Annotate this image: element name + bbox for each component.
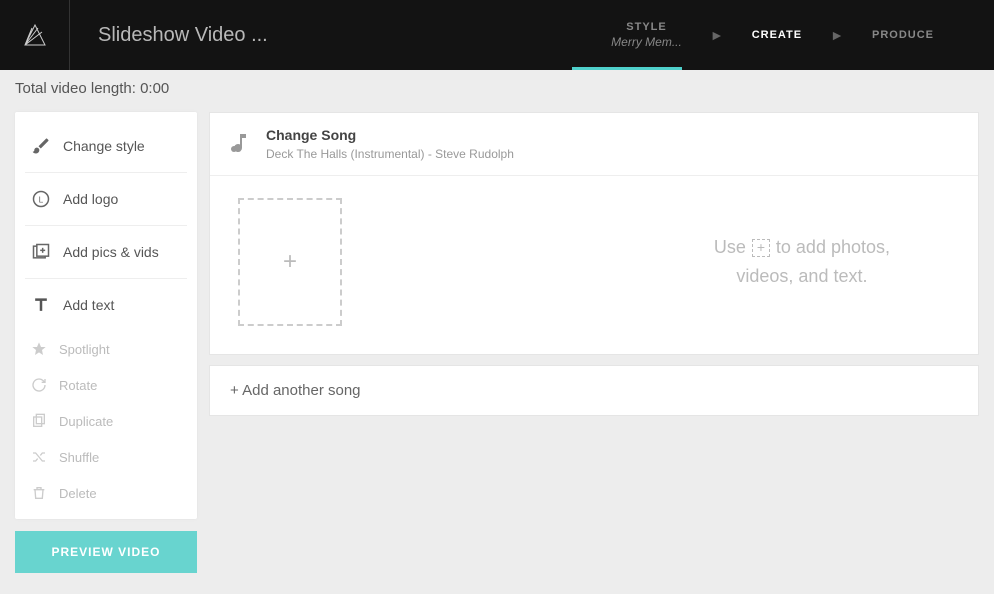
preview-video-button[interactable]: PREVIEW VIDEO (15, 531, 197, 573)
sidebar-label: Add pics & vids (63, 244, 159, 260)
slot-area: + Use + to add photos, videos, and text. (210, 176, 978, 354)
logo[interactable] (0, 0, 70, 70)
chevron-right-icon: ► (710, 27, 724, 43)
add-media-slot[interactable]: + (238, 198, 342, 326)
sidebar-delete: Delete (15, 475, 197, 511)
music-note-icon (228, 131, 254, 157)
song-panel: Change Song Deck The Halls (Instrumental… (209, 112, 979, 355)
app-header: Slideshow Video ... STYLE Merry Mem... ►… (0, 0, 994, 70)
plus-icon: + (283, 248, 297, 276)
song-info: Change Song Deck The Halls (Instrumental… (266, 127, 514, 161)
sidebar-label: Spotlight (59, 342, 110, 357)
nav-step-produce[interactable]: PRODUCE (872, 29, 934, 41)
active-tab-underline (572, 67, 682, 70)
sidebar-add-text[interactable]: Add text (25, 279, 187, 331)
trash-icon (29, 483, 49, 503)
sidebar-shuffle: Shuffle (15, 439, 197, 475)
project-title[interactable]: Slideshow Video ... (98, 24, 268, 47)
sidebar-add-pics[interactable]: Add pics & vids (25, 226, 187, 279)
empty-state-hint: Use + to add photos, videos, and text. (714, 233, 890, 291)
song-meta: Deck The Halls (Instrumental) - Steve Ru… (266, 147, 514, 161)
fan-logo-icon (20, 20, 50, 50)
sidebar-change-style[interactable]: Change style (25, 120, 187, 173)
sidebar-add-logo[interactable]: L Add logo (25, 173, 187, 226)
sidebar-label: Delete (59, 486, 97, 501)
sidebar-label: Change style (63, 138, 145, 154)
left-column: Change style L Add logo Add pics & vids … (15, 112, 197, 573)
sidebar: Change style L Add logo Add pics & vids … (15, 112, 197, 519)
duplicate-icon (29, 411, 49, 431)
logo-circle-icon: L (29, 187, 53, 211)
chevron-right-icon: ► (830, 27, 844, 43)
text-icon (29, 293, 53, 317)
content-area: Change style L Add logo Add pics & vids … (0, 97, 994, 588)
star-icon (29, 339, 49, 359)
sidebar-duplicate: Duplicate (15, 403, 197, 439)
svg-text:L: L (39, 194, 44, 204)
sidebar-label: Shuffle (59, 450, 99, 465)
nav-step-create[interactable]: CREATE (752, 29, 802, 41)
sidebar-spotlight: Spotlight (15, 331, 197, 367)
rotate-icon (29, 375, 49, 395)
sidebar-rotate: Rotate (15, 367, 197, 403)
sidebar-label: Add logo (63, 191, 118, 207)
nav-steps: STYLE Merry Mem... ► CREATE ► PRODUCE (611, 21, 994, 49)
sidebar-label: Rotate (59, 378, 97, 393)
brush-icon (29, 134, 53, 158)
change-song-label: Change Song (266, 127, 514, 143)
main-panel: Change Song Deck The Halls (Instrumental… (209, 112, 979, 416)
video-length-bar: Total video length: 0:00 (0, 70, 994, 97)
add-media-icon (29, 240, 53, 264)
song-header[interactable]: Change Song Deck The Halls (Instrumental… (210, 113, 978, 176)
nav-step-style[interactable]: STYLE Merry Mem... (611, 21, 682, 49)
sidebar-label: Duplicate (59, 414, 113, 429)
shuffle-icon (29, 447, 49, 467)
sidebar-label: Add text (63, 297, 114, 313)
hint-plus-icon: + (752, 239, 770, 257)
add-another-song-button[interactable]: + Add another song (209, 365, 979, 416)
